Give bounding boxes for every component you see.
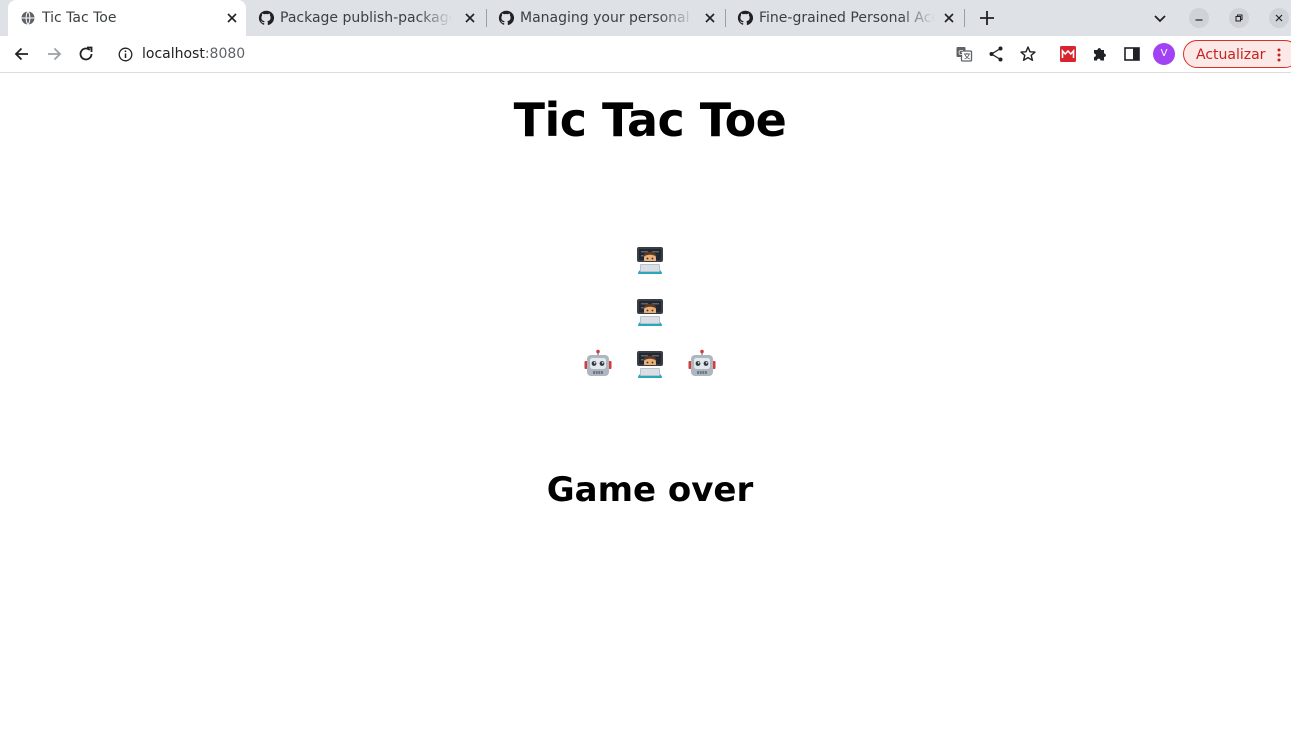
new-tab-icon[interactable] bbox=[977, 8, 997, 28]
board-cell-1-0[interactable] bbox=[572, 286, 624, 338]
board-cell-1-2[interactable] bbox=[676, 286, 728, 338]
page-title: Tic Tac Toe bbox=[513, 93, 787, 147]
info-icon[interactable] bbox=[118, 47, 133, 62]
tab-title: Managing your personal acc bbox=[520, 10, 694, 26]
profile-avatar[interactable]: V bbox=[1153, 43, 1175, 65]
board-cell-0-1[interactable] bbox=[624, 234, 676, 286]
tab-fine-grained[interactable]: Fine-grained Personal Acce bbox=[725, 0, 965, 36]
forward-arrow-icon[interactable] bbox=[44, 44, 64, 64]
tab-package-publish[interactable]: Package publish-packages bbox=[246, 0, 486, 36]
game-status: Game over bbox=[546, 470, 754, 510]
puzzle-extensions-icon[interactable] bbox=[1091, 45, 1109, 63]
tab-title: Tic Tac Toe bbox=[42, 10, 117, 26]
board-cell-2-0[interactable] bbox=[572, 338, 624, 390]
bookmark-star-icon[interactable] bbox=[1019, 45, 1037, 63]
technologist-emoji bbox=[637, 351, 663, 378]
github-icon bbox=[737, 10, 753, 26]
board-cell-1-1[interactable] bbox=[624, 286, 676, 338]
share-icon[interactable] bbox=[987, 45, 1005, 63]
tab-managing-personal[interactable]: Managing your personal acc bbox=[486, 0, 726, 36]
browser-toolbar: localhost:8080 G V Actualizar bbox=[0, 36, 1291, 73]
close-icon bbox=[1275, 14, 1283, 22]
url-port: :8080 bbox=[204, 46, 246, 62]
chevron-down-icon[interactable] bbox=[1151, 9, 1169, 27]
tab-strip: Tic Tac Toe Package publish-packages Man… bbox=[0, 0, 1291, 36]
technologist-emoji bbox=[637, 299, 663, 326]
close-icon[interactable] bbox=[462, 10, 478, 26]
back-arrow-icon[interactable] bbox=[12, 44, 32, 64]
technologist-emoji bbox=[637, 247, 663, 274]
url-text: localhost:8080 bbox=[142, 45, 245, 63]
github-icon bbox=[498, 10, 514, 26]
tab-separator bbox=[964, 9, 965, 27]
side-panel-icon[interactable] bbox=[1123, 45, 1141, 63]
robot-emoji bbox=[584, 349, 612, 376]
board-cell-2-2[interactable] bbox=[676, 338, 728, 390]
extension-red-icon[interactable] bbox=[1059, 45, 1077, 63]
board-cell-2-1[interactable] bbox=[624, 338, 676, 390]
close-icon[interactable] bbox=[941, 10, 957, 26]
svg-text:G: G bbox=[958, 49, 963, 57]
minimize-icon bbox=[1195, 19, 1203, 21]
url-host: localhost bbox=[142, 46, 205, 62]
minimize-button[interactable] bbox=[1189, 8, 1209, 28]
restore-button[interactable] bbox=[1229, 8, 1249, 28]
reload-icon[interactable] bbox=[76, 44, 96, 64]
globe-icon bbox=[21, 11, 35, 25]
tab-title: Package publish-packages bbox=[280, 10, 452, 26]
tab-tic-tac-toe[interactable]: Tic Tac Toe bbox=[8, 0, 246, 36]
update-button[interactable]: Actualizar bbox=[1183, 40, 1291, 68]
board-cell-0-0[interactable] bbox=[572, 234, 624, 286]
address-bar[interactable]: localhost:8080 bbox=[108, 39, 1045, 69]
close-icon[interactable] bbox=[702, 10, 718, 26]
tab-title: Fine-grained Personal Acce bbox=[759, 10, 935, 26]
update-label: Actualizar bbox=[1196, 47, 1266, 63]
robot-emoji bbox=[688, 349, 716, 376]
game-board bbox=[572, 234, 728, 390]
board-cell-0-2[interactable] bbox=[676, 234, 728, 286]
close-icon[interactable] bbox=[224, 10, 240, 26]
page-content: Tic Tac Toe Game over bbox=[0, 74, 1291, 731]
more-vert-icon[interactable] bbox=[1276, 47, 1282, 63]
translate-icon[interactable]: G bbox=[955, 45, 973, 63]
close-window-button[interactable] bbox=[1269, 8, 1289, 28]
github-icon bbox=[258, 10, 274, 26]
restore-icon bbox=[1235, 14, 1243, 22]
